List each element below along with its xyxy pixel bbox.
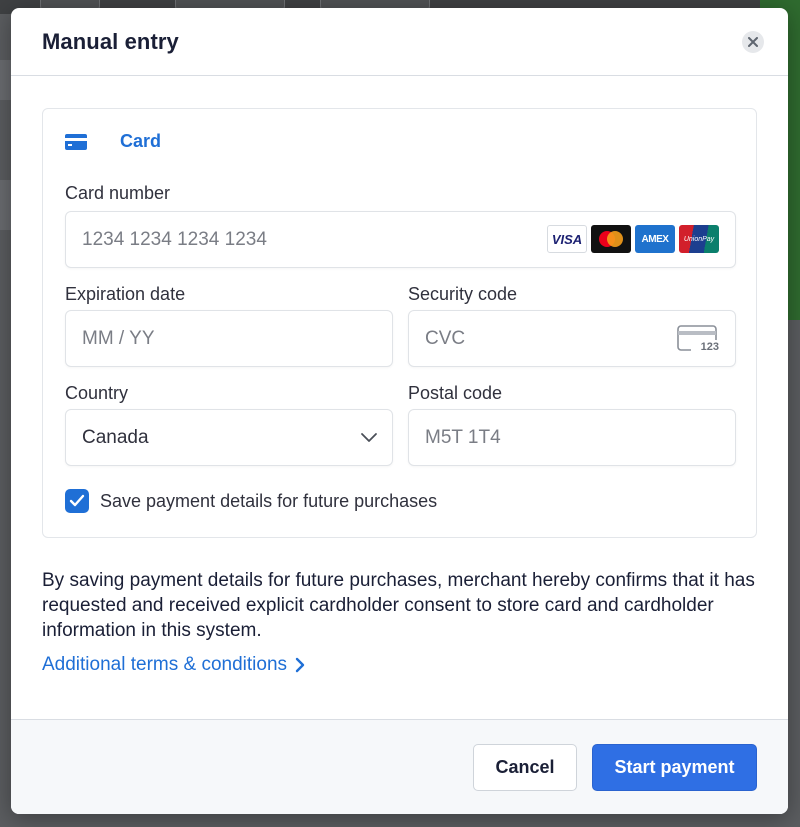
save-details-row[interactable]: Save payment details for future purchase…: [65, 489, 437, 513]
security-code-label: Security code: [408, 284, 518, 304]
modal-title: Manual entry: [42, 28, 179, 54]
save-details-checkbox[interactable]: [65, 489, 89, 513]
additional-terms-label: Additional terms & conditions: [42, 654, 288, 675]
card-number-input[interactable]: [82, 212, 551, 267]
card-number-label: Card number: [65, 183, 171, 203]
postal-code-field[interactable]: [408, 409, 736, 466]
security-code-input[interactable]: [425, 311, 654, 366]
cvc-card-icon: 123: [677, 325, 719, 360]
card-brands: VISA AMEX UnionPay: [547, 225, 719, 253]
additional-terms-link[interactable]: Additional terms & conditions: [42, 654, 305, 676]
payment-method-tab-card[interactable]: Card: [65, 131, 161, 152]
expiration-date-label: Expiration date: [65, 284, 186, 304]
manual-entry-modal: Manual entry Card Card number VISA: [11, 8, 788, 814]
postal-code-input[interactable]: [425, 410, 654, 465]
visa-icon: VISA: [547, 225, 587, 253]
security-code-field[interactable]: 123: [408, 310, 736, 367]
country-select[interactable]: Canada: [65, 409, 393, 466]
close-button[interactable]: [742, 30, 764, 53]
amex-icon: AMEX: [635, 225, 675, 253]
cancel-button[interactable]: Cancel: [473, 744, 577, 791]
chevron-down-icon: [361, 433, 377, 442]
mastercard-icon: [591, 225, 631, 253]
card-number-field[interactable]: VISA AMEX UnionPay: [65, 211, 736, 268]
chevron-right-icon: [295, 657, 305, 673]
expiration-date-input[interactable]: [82, 311, 311, 366]
country-label: Country: [65, 383, 129, 403]
card-form-panel: Card Card number VISA AMEX: [42, 108, 757, 538]
expiration-date-field[interactable]: [65, 310, 393, 367]
checkmark-icon: [69, 494, 85, 507]
payment-method-tab-label: Card: [120, 131, 162, 151]
consent-text: By saving payment details for future pur…: [42, 570, 755, 641]
postal-code-label: Postal code: [408, 383, 503, 403]
close-icon: [748, 36, 758, 47]
save-details-label: Save payment details for future purchase…: [100, 490, 438, 511]
cvc-icon-digits: 123: [700, 341, 719, 353]
credit-card-icon: [65, 133, 87, 150]
unionpay-icon: UnionPay: [679, 225, 719, 253]
start-payment-button[interactable]: Start payment: [592, 744, 757, 791]
modal-footer: Cancel Start payment: [11, 719, 788, 814]
country-value: Canada: [82, 426, 149, 448]
modal-header: Manual entry: [11, 8, 788, 76]
